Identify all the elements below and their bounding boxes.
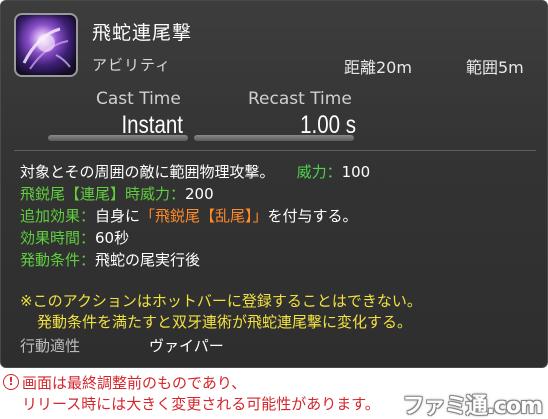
- description-text: 対象とその周囲の敵に範囲物理攻撃。: [20, 163, 275, 181]
- additional-effect-prefix: 自身に: [95, 207, 141, 225]
- recast-time-bar: [194, 135, 354, 141]
- combo-potency-label: 飛鋭尾【連尾】時威力：: [20, 185, 186, 203]
- additional-effect-suffix: を付与する。: [267, 207, 358, 225]
- serpent-tail-skill-icon: [14, 13, 78, 77]
- potency-separator: ：: [326, 163, 342, 181]
- skill-name: 飛蛇連尾撃: [92, 22, 193, 44]
- description-line-3: 追加効果：自身に「飛鋭尾【乱尾】」を付与する。: [20, 205, 358, 226]
- recast-time-label: Recast Time: [248, 89, 352, 109]
- description-line-1: 対象とその周囲の敵に範囲物理攻撃。 威力：100: [20, 161, 370, 182]
- duration-value: 60秒: [95, 229, 130, 247]
- skill-type: アビリティ: [92, 56, 172, 74]
- potency-value: 100: [341, 163, 371, 181]
- combo-potency-value: 200: [185, 185, 214, 203]
- watermark-logo: ファミ通.com: [402, 394, 543, 419]
- cast-time-bar: [48, 135, 188, 141]
- description-line-2: 飛鋭尾【連尾】時威力：200: [20, 183, 214, 204]
- job-value: ヴァイパー: [149, 337, 224, 355]
- job-label: 行動適性: [20, 337, 81, 355]
- skill-range: 距離20m: [344, 58, 412, 77]
- additional-effect-label: 追加効果：: [20, 207, 96, 225]
- requirement-label: 発動条件：: [20, 251, 96, 269]
- disclaimer-line-1: 画面は最終調整前のものであり、: [22, 374, 247, 392]
- divider: [14, 150, 536, 151]
- transform-notice: 発動条件を満たすと双牙連術が飛蛇連尾撃に変化する。: [37, 313, 413, 331]
- requirement-value: 飛蛇の尾実行後: [95, 251, 201, 269]
- action-tooltip: 飛蛇連尾撃 アビリティ 距離20m 範囲5m Cast Time Recast …: [0, 0, 548, 368]
- hotbar-notice: ※このアクションはホットバーに登録することはできない。: [20, 292, 422, 310]
- exclamation-icon: !: [3, 374, 19, 390]
- duration-label: 効果時間：: [20, 229, 96, 247]
- skill-radius: 範囲5m: [466, 58, 524, 77]
- disclaimer-line-2: リリース時には大きく変更される可能性があります。: [22, 395, 380, 413]
- cast-time-label: Cast Time: [96, 89, 181, 109]
- description-line-5: 発動条件：飛蛇の尾実行後: [20, 249, 200, 270]
- potency-label: 威力: [296, 163, 327, 181]
- status-effect-name: 「飛鋭尾【乱尾】」: [140, 207, 268, 225]
- description-line-4: 効果時間：60秒: [20, 227, 129, 248]
